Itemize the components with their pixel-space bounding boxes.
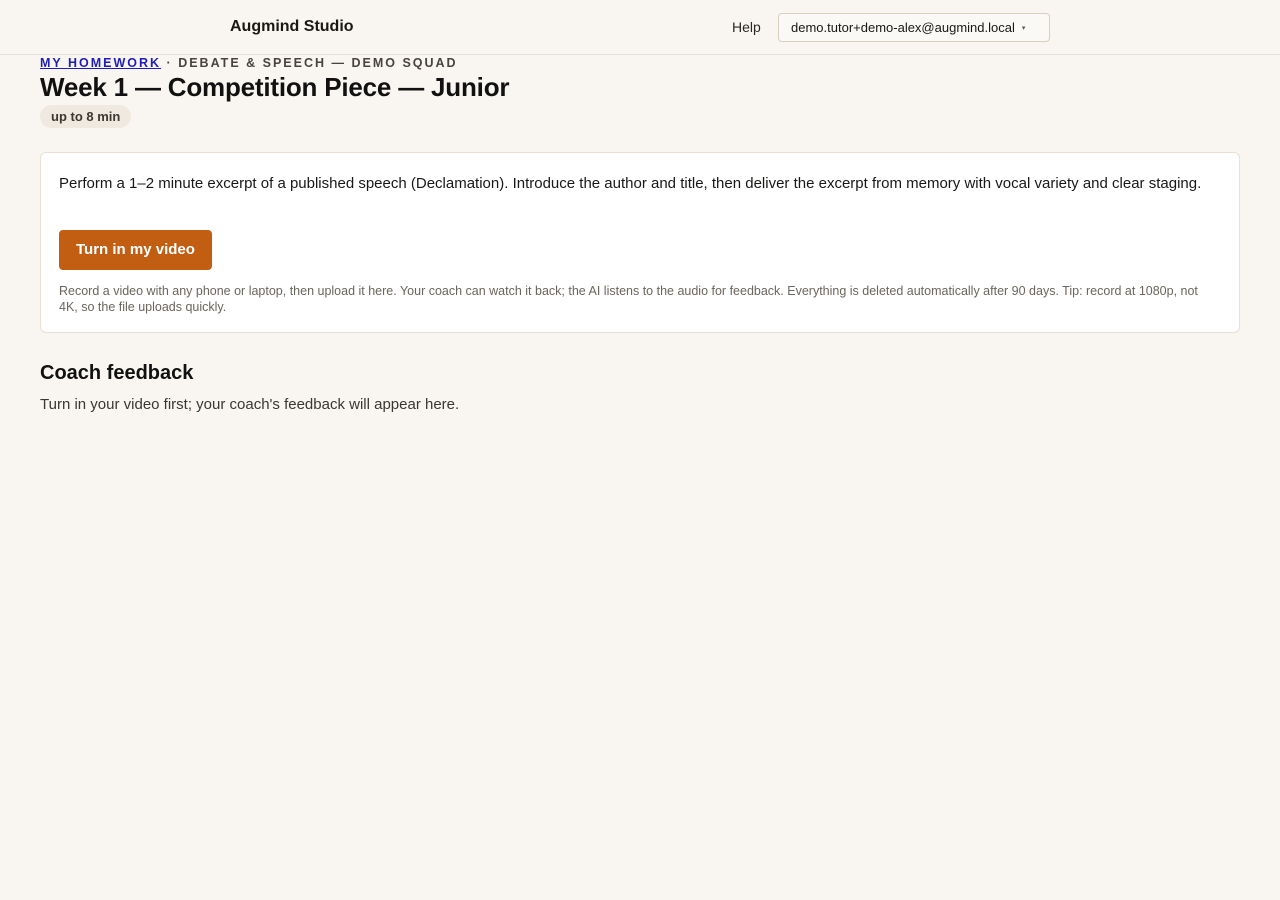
assignment-prompt: Perform a 1–2 minute excerpt of a publis… <box>59 175 1202 192</box>
chevron-down-icon: ▾ <box>1021 24 1026 32</box>
account-email: demo.tutor+demo-alex@augmind.local <box>791 20 1015 35</box>
coach-feedback-heading: Coach feedback <box>40 362 194 384</box>
brand-name: Augmind Studio <box>230 18 354 35</box>
breadcrumb: MY HOMEWORK · DEBATE & SPEECH — DEMO SQU… <box>40 56 458 70</box>
coach-feedback-empty-message: Turn in your video first; your coach's f… <box>40 396 460 413</box>
breadcrumb-separator: · <box>161 56 179 70</box>
assignment-card: Perform a 1–2 minute excerpt of a publis… <box>40 152 1240 333</box>
turn-in-video-button[interactable]: Turn in my video <box>59 230 212 270</box>
help-link[interactable]: Help <box>732 19 761 35</box>
account-menu-button[interactable]: demo.tutor+demo-alex@augmind.local ▾ <box>778 13 1050 42</box>
breadcrumb-my-homework-link[interactable]: MY HOMEWORK <box>40 56 161 70</box>
page-title: Week 1 — Competition Piece — Junior <box>40 72 510 102</box>
top-bar: Augmind Studio Help demo.tutor+demo-alex… <box>0 0 1280 55</box>
duration-badge: up to 8 min <box>40 105 132 128</box>
breadcrumb-group: DEBATE & SPEECH — DEMO SQUAD <box>178 56 458 70</box>
upload-help-text: Record a video with any phone or laptop,… <box>59 284 1198 314</box>
